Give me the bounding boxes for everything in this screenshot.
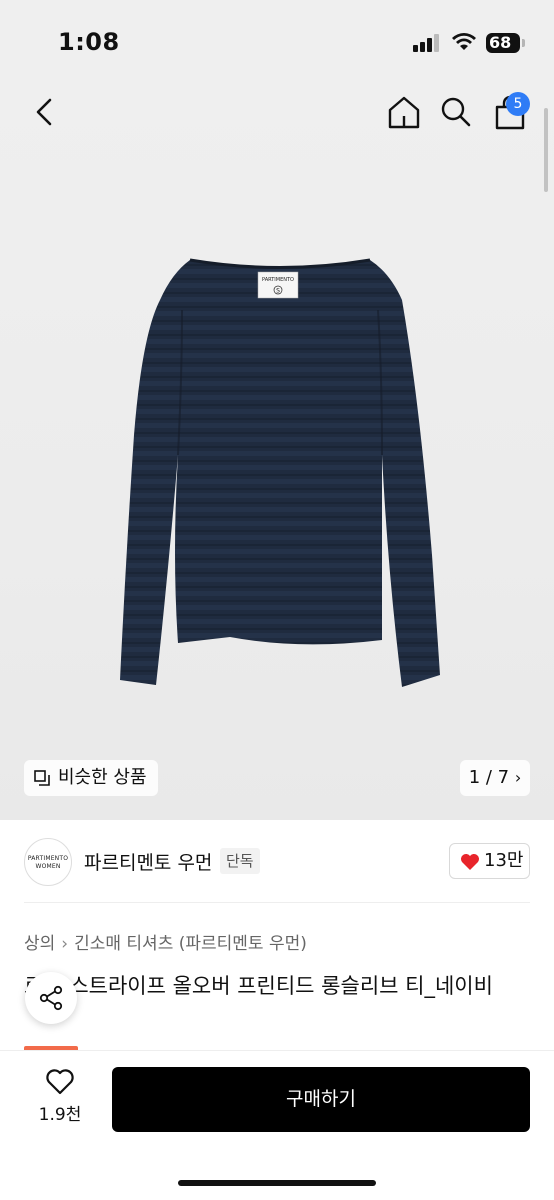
brand-like-count: 13만 <box>484 850 524 871</box>
garment-tag-brand: PARTIMENTO <box>262 277 294 283</box>
cellular-signal-icon <box>413 34 439 52</box>
status-time: 1:08 <box>58 28 120 56</box>
back-icon[interactable] <box>30 96 58 128</box>
brand-like-button[interactable]: 13만 <box>449 843 530 879</box>
seller-name[interactable]: 파르티멘토 우먼 <box>84 848 212 875</box>
image-counter-text: 1 / 7 <box>468 767 510 788</box>
chevron-right-icon: › <box>514 768 522 787</box>
garment-tag-size: S <box>276 288 280 295</box>
share-button[interactable] <box>25 972 77 1024</box>
seller-logo[interactable]: PARTIMENTO WOMEN <box>24 838 72 886</box>
heart-filled-icon <box>461 854 479 870</box>
similar-products-button[interactable]: 비슷한 상품 <box>24 760 158 796</box>
cart-count-badge: 5 <box>506 92 530 116</box>
seller-logo-line1: PARTIMENTO <box>27 855 69 862</box>
similar-items-icon <box>34 770 50 786</box>
divider <box>24 902 530 903</box>
battery-tip <box>522 39 525 47</box>
wishlist-button[interactable]: 1.9천 <box>38 1068 82 1125</box>
search-icon[interactable] <box>440 96 472 128</box>
breadcrumb: 상의 › 긴소매 티셔츠 (파르티멘토 우먼) <box>24 929 307 954</box>
chevron-right-icon: › <box>61 934 69 954</box>
wifi-icon <box>452 33 476 50</box>
product-title: 로고 스트라이프 올오버 프린티드 롱슬리브 티_네이비 <box>24 974 493 998</box>
similar-products-label: 비슷한 상품 <box>58 767 147 788</box>
home-indicator <box>178 1180 376 1186</box>
product-image-longsleeve-tee: PARTIMENTO S <box>120 258 440 687</box>
exclusive-badge: 단독 <box>220 848 260 874</box>
image-counter[interactable]: 1 / 7 › <box>460 760 530 796</box>
breadcrumb-subcategory[interactable]: 긴소매 티셔츠 (파르티멘토 우먼) <box>74 934 307 954</box>
buy-button[interactable]: 구매하기 <box>112 1067 530 1132</box>
scrollbar[interactable] <box>544 108 548 192</box>
heart-outline-icon <box>46 1069 74 1095</box>
breadcrumb-category[interactable]: 상의 <box>24 934 55 954</box>
wishlist-count: 1.9천 <box>38 1105 82 1125</box>
share-icon <box>39 985 63 1011</box>
battery-indicator: 68 <box>486 33 520 53</box>
home-icon[interactable] <box>386 94 422 130</box>
seller-logo-line2: WOMEN <box>35 863 61 870</box>
